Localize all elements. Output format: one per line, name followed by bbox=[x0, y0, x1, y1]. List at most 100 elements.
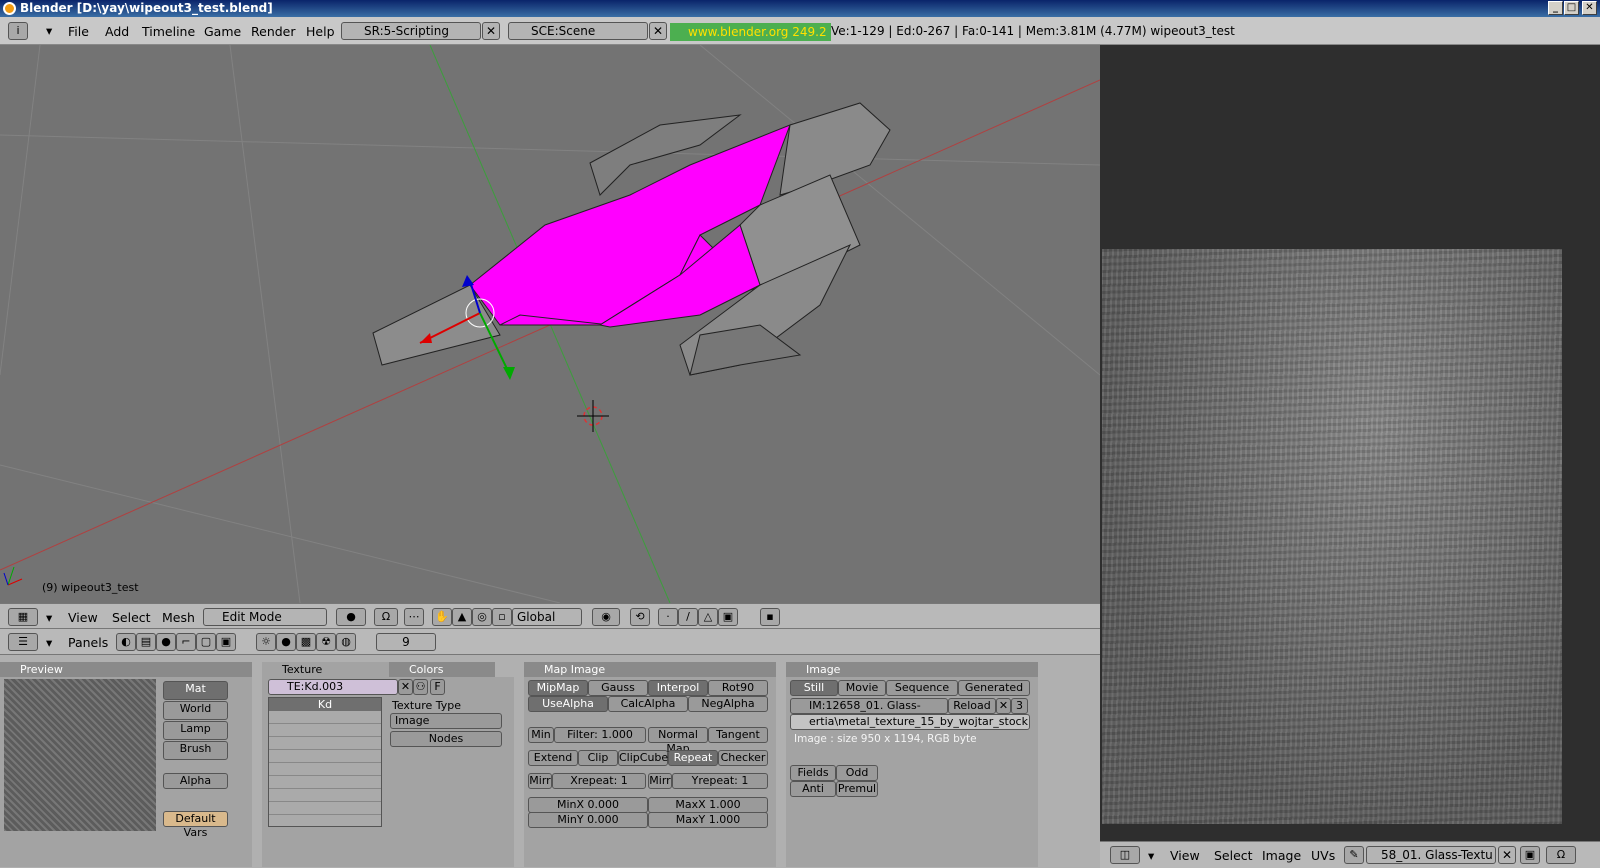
frame-field[interactable]: 9 bbox=[376, 633, 436, 651]
image-menu-image[interactable]: Image bbox=[1262, 848, 1301, 863]
radio-icon[interactable]: ☢ bbox=[316, 633, 336, 651]
face-select-icon[interactable]: △ bbox=[698, 608, 718, 626]
image-name-field[interactable]: IM:12658_01. Glass-Textu bbox=[790, 698, 948, 726]
odd-button[interactable]: Odd bbox=[836, 765, 878, 781]
3d-cursor-icon[interactable] bbox=[577, 400, 609, 432]
repeat-button[interactable]: Repeat bbox=[668, 750, 718, 766]
mirr-y-button[interactable]: Mirr bbox=[648, 773, 672, 789]
yrepeat-field[interactable]: Yrepeat: 1 bbox=[672, 773, 768, 789]
min-button[interactable]: Min bbox=[528, 727, 554, 743]
reload-button[interactable]: Reload bbox=[948, 698, 996, 714]
layer-icon[interactable]: ⋯ bbox=[404, 608, 424, 626]
miny-field[interactable]: MinY 0.000 bbox=[528, 812, 648, 828]
menu-timeline[interactable]: Timeline bbox=[142, 24, 195, 39]
image-pin-icon[interactable]: ✎ bbox=[1344, 846, 1364, 864]
menu-file[interactable]: File bbox=[68, 24, 89, 39]
editing-icon[interactable]: ▢ bbox=[196, 633, 216, 651]
mirr-x-button[interactable]: Mirr bbox=[528, 773, 552, 789]
gauss-button[interactable]: Gauss bbox=[588, 680, 648, 696]
preview-mat-button[interactable]: Mat bbox=[163, 681, 228, 700]
delete-scene-button[interactable]: ✕ bbox=[649, 22, 667, 40]
default-vars-button[interactable]: Default Vars bbox=[163, 811, 228, 839]
object-icon[interactable]: ⌐ bbox=[176, 633, 196, 651]
negalpha-button[interactable]: NegAlpha bbox=[688, 696, 768, 712]
menu-select[interactable]: Select bbox=[112, 610, 151, 625]
occlude-icon[interactable]: ▣ bbox=[718, 608, 738, 626]
texture-image-display[interactable] bbox=[1102, 249, 1562, 824]
screen-selector[interactable]: SR:5-Scripting bbox=[341, 22, 481, 40]
image-still-button[interactable]: Still bbox=[790, 680, 838, 696]
texture-slot-kd[interactable]: Kd bbox=[269, 698, 381, 711]
image-menu-uvs[interactable]: UVs bbox=[1311, 848, 1335, 863]
unlink-texture-button[interactable]: ✕ bbox=[398, 679, 413, 695]
fields-button[interactable]: Fields bbox=[790, 765, 836, 781]
ship-mesh[interactable] bbox=[372, 102, 891, 376]
buttons-editor-type-icon[interactable]: ☰ bbox=[8, 633, 38, 651]
orientation-selector[interactable]: Global bbox=[512, 608, 582, 626]
logic-icon[interactable]: ◐ bbox=[116, 633, 136, 651]
image-users-field[interactable]: 3 bbox=[1011, 698, 1028, 714]
rot90-button[interactable]: Rot90 bbox=[708, 680, 768, 696]
draw-type-icon[interactable]: ● bbox=[336, 608, 366, 626]
editor-type-icon[interactable]: ▦ bbox=[8, 608, 38, 626]
maxy-field[interactable]: MaxY 1.000 bbox=[648, 812, 768, 828]
preview-world-button[interactable]: World bbox=[163, 701, 228, 720]
minimize-button[interactable]: _ bbox=[1548, 1, 1563, 15]
normalmap-space-select[interactable]: Tangent bbox=[708, 727, 768, 743]
image-collapse-icon[interactable]: ▾ bbox=[1148, 848, 1154, 863]
image-pack-icon[interactable]: ▣ bbox=[1520, 846, 1540, 864]
manipulator-hand-icon[interactable]: ✋ bbox=[432, 608, 452, 626]
maxx-field[interactable]: MaxX 1.000 bbox=[648, 797, 768, 813]
image-unlink-button[interactable]: ✕ bbox=[1498, 846, 1516, 864]
menu-game[interactable]: Game bbox=[204, 24, 241, 39]
normalmap-button[interactable]: Normal Map bbox=[648, 727, 708, 755]
preview-alpha-button[interactable]: Alpha bbox=[163, 773, 228, 789]
vertex-select-icon[interactable]: · bbox=[658, 608, 678, 626]
image-panel-header[interactable]: Image bbox=[786, 662, 1038, 677]
proportional-edit-icon[interactable]: ◉ bbox=[592, 608, 620, 626]
menu-render[interactable]: Render bbox=[251, 24, 296, 39]
collapse-icon[interactable]: ▾ bbox=[46, 610, 52, 625]
tab-colors[interactable]: Colors bbox=[389, 662, 495, 677]
clipcube-button[interactable]: ClipCube bbox=[618, 750, 668, 766]
image-menu-view[interactable]: View bbox=[1170, 848, 1200, 863]
minx-field[interactable]: MinX 0.000 bbox=[528, 797, 648, 813]
material-icon[interactable]: ● bbox=[276, 633, 296, 651]
usealpha-button[interactable]: UseAlpha bbox=[528, 696, 608, 712]
snap-icon[interactable]: ⟲ bbox=[630, 608, 650, 626]
menu-view[interactable]: View bbox=[68, 610, 98, 625]
nodes-button[interactable]: Nodes bbox=[390, 731, 502, 747]
unlink-image-button[interactable]: ✕ bbox=[996, 698, 1011, 714]
delete-screen-button[interactable]: ✕ bbox=[482, 22, 500, 40]
menu-add[interactable]: Add bbox=[105, 24, 129, 39]
menu-mesh[interactable]: Mesh bbox=[162, 610, 195, 625]
maximize-button[interactable]: □ bbox=[1564, 1, 1579, 15]
close-window-button[interactable]: ✕ bbox=[1582, 1, 1597, 15]
translate-icon[interactable]: ▲ bbox=[452, 608, 472, 626]
texture-slot-list[interactable]: Kd bbox=[268, 697, 382, 827]
mipmap-button[interactable]: MipMap bbox=[528, 680, 588, 696]
calcalpha-button[interactable]: CalcAlpha bbox=[608, 696, 688, 712]
image-generated-button[interactable]: Generated bbox=[958, 680, 1030, 696]
image-browse-field[interactable]: 58_01. Glass-Textu bbox=[1366, 846, 1496, 864]
extend-button[interactable]: Extend bbox=[528, 750, 578, 766]
lamp-icon[interactable]: ☼ bbox=[256, 633, 276, 651]
image-lock-icon[interactable]: Ω bbox=[1546, 846, 1576, 864]
shading-icon[interactable]: ● bbox=[156, 633, 176, 651]
clip-button[interactable]: Clip bbox=[578, 750, 618, 766]
texture-name-field[interactable]: TE:Kd.003 bbox=[268, 679, 398, 695]
image-sequence-button[interactable]: Sequence bbox=[886, 680, 958, 696]
script-icon[interactable]: ▤ bbox=[136, 633, 156, 651]
edge-select-icon[interactable]: / bbox=[678, 608, 698, 626]
image-path-field[interactable]: ertia\metal_texture_15_by_wojtar_stock.j… bbox=[790, 714, 1030, 730]
interpol-button[interactable]: Interpol bbox=[648, 680, 708, 696]
image-editor[interactable]: ◫ ▾ View Select Image UVs ✎ 58_01. Glass… bbox=[1100, 45, 1600, 868]
pivot-icon[interactable]: Ω bbox=[374, 608, 398, 626]
mode-selector[interactable]: Edit Mode bbox=[203, 608, 327, 626]
premul-button[interactable]: Premul bbox=[836, 781, 878, 797]
preview-brush-button[interactable]: Brush bbox=[163, 741, 228, 760]
buttons-collapse-icon[interactable]: ▾ bbox=[46, 635, 52, 650]
viewport-scene[interactable] bbox=[0, 45, 1100, 603]
anti-button[interactable]: Anti bbox=[790, 781, 836, 797]
menu-help[interactable]: Help bbox=[306, 24, 335, 39]
